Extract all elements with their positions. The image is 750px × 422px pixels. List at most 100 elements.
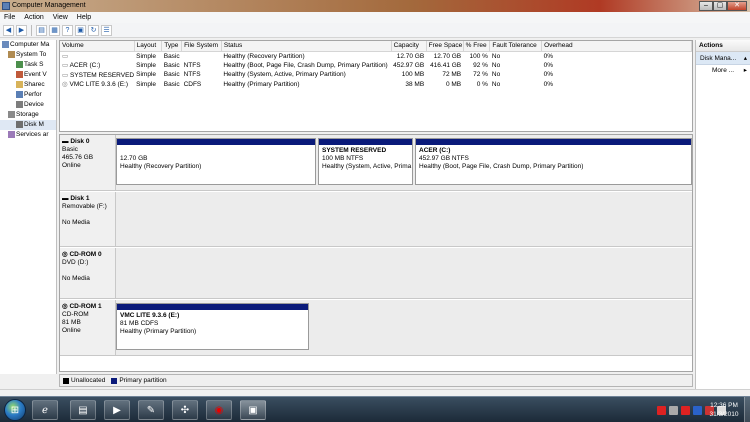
help-icon[interactable]: ? — [62, 24, 73, 36]
vodafone-icon[interactable]: ◉ — [206, 400, 232, 420]
refresh-icon[interactable]: ↻ — [88, 24, 99, 36]
column-header[interactable]: Overhead — [541, 41, 692, 52]
maximize-button[interactable]: ▢ — [713, 1, 727, 11]
column-header[interactable]: Fault Tolerance — [489, 41, 543, 52]
tree-item-services[interactable]: Services ar — [0, 130, 56, 140]
tree-item-label: Perfor — [24, 91, 42, 98]
table-row[interactable]: ◎ VMC LITE 9.3.6 (E:) Simple Basic CDFS … — [60, 80, 692, 90]
folder-icon[interactable]: ▤ — [36, 24, 47, 36]
navigation-tree: Computer Ma System To Task S Event V Sha… — [0, 40, 57, 374]
tree-item-device-manager[interactable]: Device — [0, 100, 56, 110]
tree-item-task-scheduler[interactable]: Task S — [0, 60, 56, 70]
tree-item-system-tools[interactable]: System To — [0, 50, 56, 60]
column-header[interactable]: Layout — [134, 41, 163, 52]
close-button[interactable]: ✕ — [727, 1, 747, 11]
column-header[interactable]: % Free — [463, 41, 491, 52]
partition-status: Healthy (Primary Partition) — [120, 328, 197, 335]
column-header[interactable]: Type — [161, 41, 183, 52]
event-icon — [16, 70, 23, 78]
legend-label: Unallocated — [71, 377, 106, 384]
ie-icon[interactable]: ℯ — [32, 400, 58, 420]
menu-help[interactable]: Help — [77, 14, 91, 21]
column-header[interactable]: File System — [181, 41, 222, 52]
disk-label[interactable]: ▬ Disk 0 Basic 465.76 GB Online — [60, 135, 116, 191]
disk-label[interactable]: ◎ CD-ROM 1 CD-ROM 81 MB Online — [60, 300, 116, 356]
explorer-icon[interactable]: ▤ — [70, 400, 96, 420]
clock[interactable]: 12:36 PM 31/3/2010 — [706, 401, 742, 419]
partition-size: 12.70 GB — [120, 155, 148, 162]
computer-management-task[interactable]: ▣ — [240, 400, 266, 420]
title-bar: Computer Management – ▢ ✕ — [0, 0, 750, 12]
tray-app-icon[interactable] — [657, 405, 666, 415]
tree-item-label: Event V — [24, 71, 47, 78]
table-row[interactable]: ▭ ACER (C:) Simple Basic NTFS Healthy (B… — [60, 61, 692, 71]
tree-item-computer-management[interactable]: Computer Ma — [0, 40, 56, 50]
tree-item-disk-management[interactable]: Disk M — [0, 120, 56, 130]
table-cell: No — [491, 52, 501, 60]
disk-size: 465.76 GB — [62, 154, 94, 161]
volume-icon: ▭ — [62, 71, 70, 79]
list-icon[interactable]: ☰ — [101, 24, 112, 36]
volume-list: Volume Layout Type File System Status Ca… — [59, 40, 693, 132]
tree-item-event-viewer[interactable]: Event V — [0, 70, 56, 80]
column-header[interactable]: Status — [221, 41, 392, 52]
volume-icon: ▭ — [62, 53, 69, 60]
table-cell: Healthy (Recovery Partition) — [223, 52, 305, 60]
tree-item-shared-folders[interactable]: Sharec — [0, 80, 56, 90]
start-button[interactable]: ⊞ — [4, 399, 26, 421]
disk-label[interactable]: ▬ Disk 1 Removable (F:) No Media — [60, 192, 116, 247]
collapse-arrow-icon[interactable]: ▴ — [744, 52, 747, 64]
menu-file[interactable]: File — [4, 14, 15, 21]
disk-name: Disk 1 — [70, 195, 90, 202]
table-cell: Basic — [163, 80, 180, 88]
table-row[interactable]: ▭ SYSTEM RESERVED Simple Basic NTFS Heal… — [60, 70, 692, 80]
minimize-button[interactable]: – — [699, 1, 713, 11]
media-player-icon[interactable]: ▶ — [104, 400, 130, 420]
disk-type: Removable (F:) — [62, 203, 107, 210]
volume-name-cell: ▭ SYSTEM RESERVED — [60, 70, 134, 80]
tray-security-icon[interactable] — [681, 405, 690, 415]
actions-disk-management[interactable]: Disk Mana... ▴ — [696, 52, 750, 65]
menu-view[interactable]: View — [53, 14, 68, 21]
partition-status: Healthy (Boot, Page File, Crash Dump, Pr… — [419, 163, 584, 170]
column-header[interactable]: Free Space — [426, 41, 464, 52]
network-icon[interactable]: ✣ — [172, 400, 198, 420]
tree-item-storage[interactable]: Storage — [0, 110, 56, 120]
column-header[interactable]: Capacity — [391, 41, 427, 52]
table-cell: Simple — [136, 80, 157, 88]
toolbar: ◀ ▶ ▤ ▦ ? ▣ ↻ ☰ — [0, 23, 750, 38]
disk-graphical-view: ▬ Disk 0 Basic 465.76 GB Online 12.70 GB… — [59, 134, 693, 372]
paint-icon[interactable]: ✎ — [138, 400, 164, 420]
tree-item-label: Device — [24, 101, 44, 108]
partition-title: SYSTEM RESERVED — [322, 147, 387, 154]
table-cell: CDFS — [183, 80, 202, 88]
show-desktop-button[interactable] — [744, 397, 750, 422]
tree-item-label: Computer Ma — [10, 41, 50, 48]
more-actions[interactable]: More ... ▸ — [696, 65, 750, 77]
table-cell: 72 % — [473, 71, 488, 79]
table-row[interactable]: ▭ Simple Basic Healthy (Recovery Partiti… — [60, 51, 692, 61]
tray-volume-icon[interactable] — [693, 405, 702, 415]
tree-icon[interactable]: ▦ — [49, 24, 60, 36]
table-cell: No — [491, 80, 501, 88]
partition-block[interactable]: ACER (C:) 452.97 GB NTFS Healthy (Boot, … — [415, 138, 692, 185]
back-icon[interactable]: ◀ — [3, 24, 14, 36]
tree-item-label: System To — [16, 51, 47, 58]
table-cell: ACER (C:) — [69, 62, 101, 70]
partition-block[interactable]: SYSTEM RESERVED 100 MB NTFS Healthy (Sys… — [318, 138, 413, 185]
forward-icon[interactable]: ▶ — [16, 24, 27, 36]
tree-item-performance[interactable]: Perfor — [0, 90, 56, 100]
disk-row-1: ▬ Disk 1 Removable (F:) No Media — [60, 192, 692, 247]
partition-block[interactable]: 12.70 GB Healthy (Recovery Partition) — [116, 138, 316, 185]
tray-network-icon[interactable] — [669, 405, 678, 415]
window-controls: – ▢ ✕ — [699, 1, 747, 11]
volume-icon: ▭ — [62, 62, 70, 70]
disk-type: CD-ROM — [62, 311, 89, 318]
properties-icon[interactable]: ▣ — [75, 24, 86, 36]
disk-label[interactable]: ◎ CD-ROM 0 DVD (D:) No Media — [60, 248, 116, 299]
column-header[interactable]: Volume — [60, 41, 135, 52]
menu-action[interactable]: Action — [24, 14, 43, 21]
tree-item-label: Storage — [16, 111, 39, 118]
partition-block[interactable]: VMC LITE 9.3.6 (E:) 81 MB CDFS Healthy (… — [116, 303, 309, 350]
table-cell: 72 MB — [442, 71, 462, 79]
